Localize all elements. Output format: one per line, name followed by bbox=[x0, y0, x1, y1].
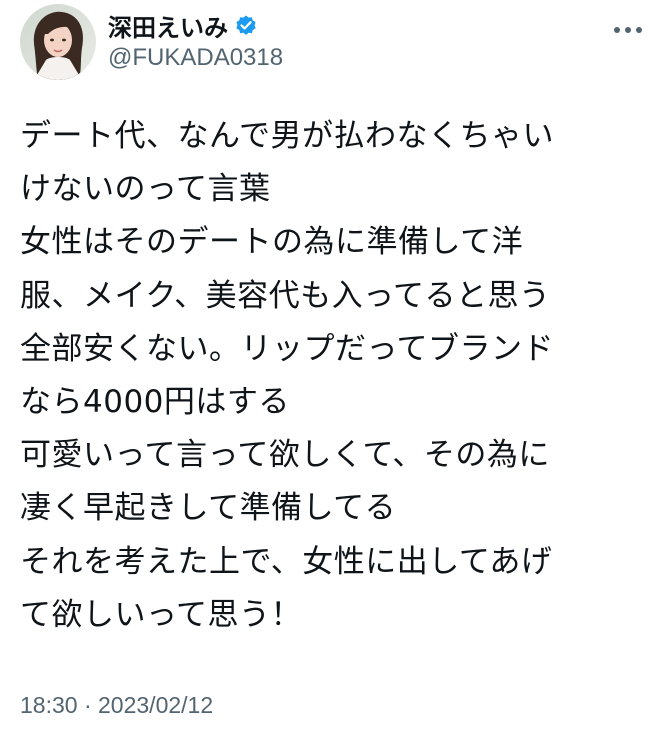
tweet-text-line: 凄く早起きして準備してる bbox=[20, 490, 397, 527]
tweet-text-line: 服、メイク、美容代も入ってると思う bbox=[20, 277, 551, 314]
display-name[interactable]: 深田えいみ bbox=[108, 8, 228, 43]
tweet-text: デート代、なんで男が払わなくちゃい けないのって言葉 女性はそのデートの為に準備… bbox=[20, 110, 640, 642]
more-options-button[interactable] bbox=[608, 14, 648, 46]
tweet-time: 18:30 bbox=[20, 692, 78, 718]
tweet-text-line: 全部安くない。リップだってブランド bbox=[20, 330, 554, 367]
tweet-text-line: なら4000円はする bbox=[20, 383, 290, 420]
tweet-text-line: て欲しいって思う！ bbox=[20, 596, 302, 633]
verified-badge-icon bbox=[234, 13, 258, 37]
user-handle[interactable]: @FUKADA0318 bbox=[108, 44, 283, 72]
meta-separator: · bbox=[83, 692, 92, 718]
avatar[interactable] bbox=[20, 4, 96, 80]
tweet-date: 2023/02/12 bbox=[98, 692, 214, 718]
tweet-text-line: それを考えた上で、女性に出してあげ bbox=[20, 543, 553, 580]
tweet-header: 深田えいみ @FUKADA0318 bbox=[20, 4, 648, 80]
author-info: 深田えいみ @FUKADA0318 bbox=[108, 10, 283, 72]
display-name-row: 深田えいみ bbox=[108, 8, 283, 43]
tweet-timestamp[interactable]: 18:30 · 2023/02/12 bbox=[20, 692, 213, 719]
tweet-text-line: 女性はそのデートの為に準備して洋 bbox=[20, 224, 524, 261]
tweet-text-line: けないのって言葉 bbox=[20, 171, 271, 208]
avatar-image bbox=[20, 4, 96, 80]
tweet-text-line: 可愛いって言って欲しくて、その為に bbox=[20, 437, 550, 474]
tweet-text-line: デート代、なんで男が払わなくちゃい bbox=[20, 118, 554, 154]
more-horizontal-icon bbox=[614, 27, 642, 33]
